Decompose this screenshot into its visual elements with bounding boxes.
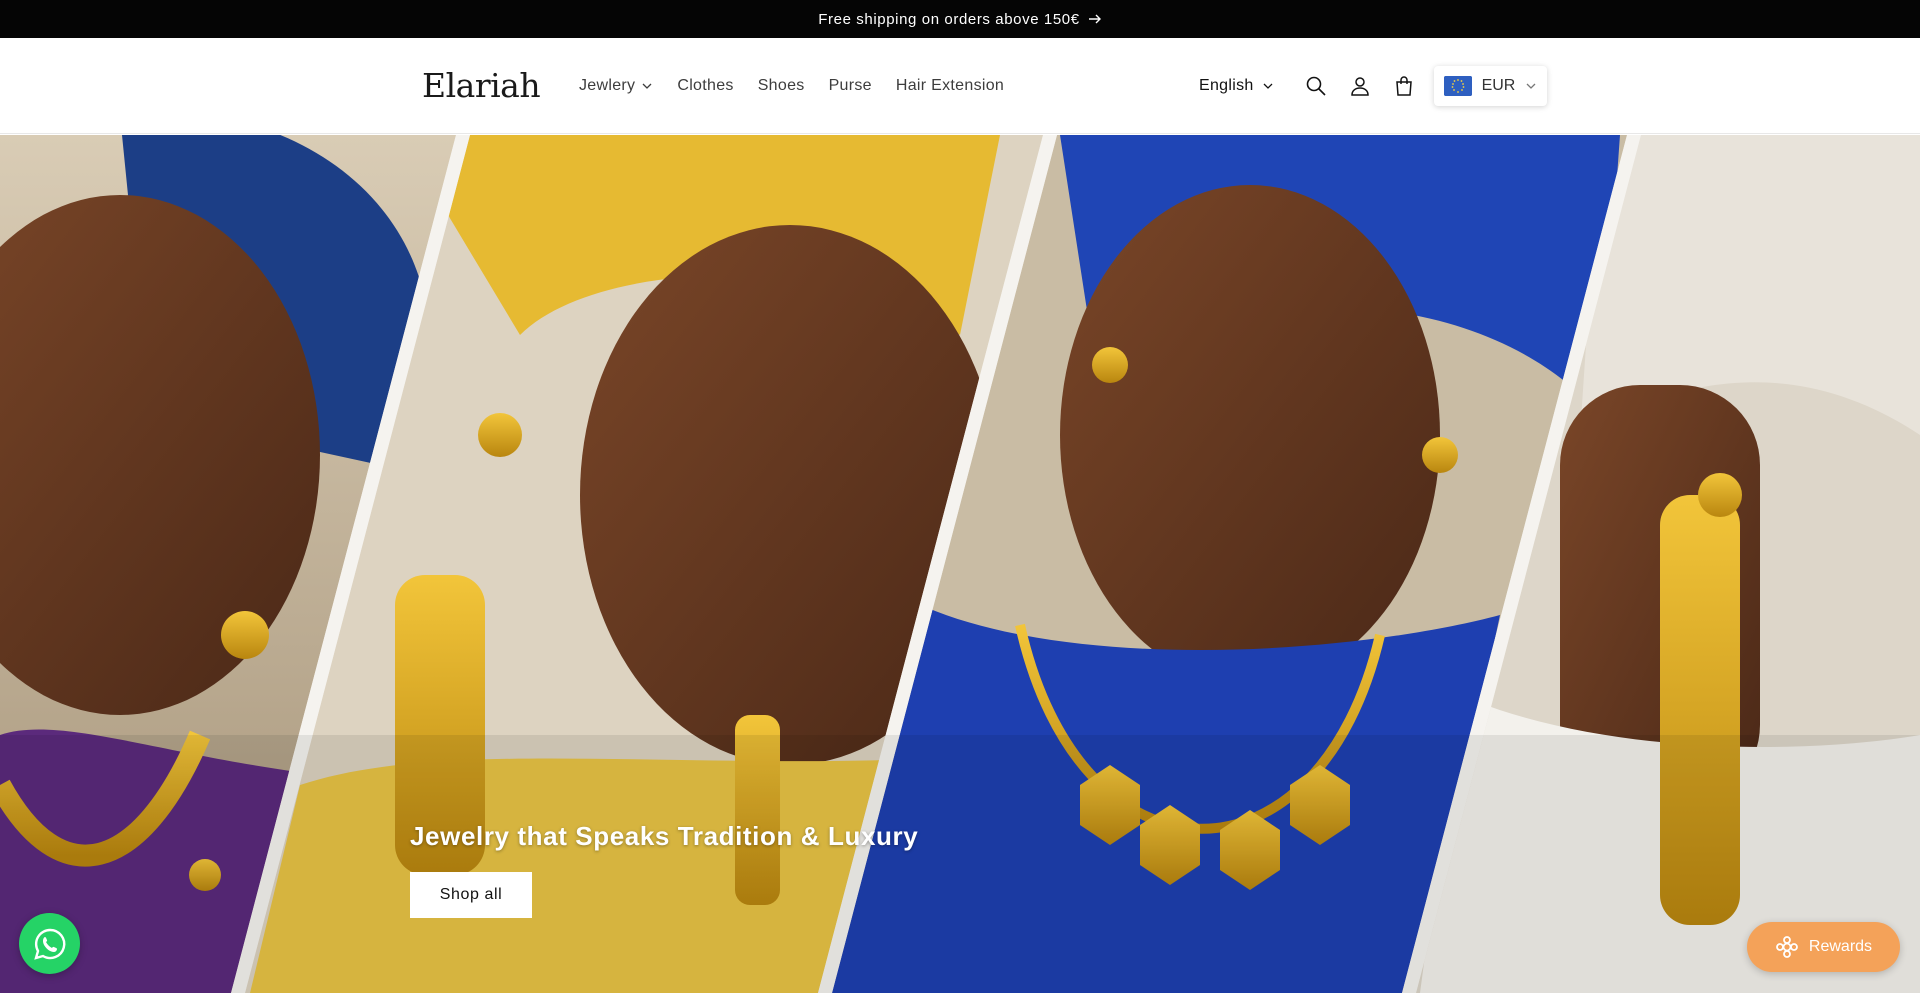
account-button[interactable]	[1338, 64, 1382, 108]
logo[interactable]: Elariah	[422, 66, 541, 105]
whatsapp-icon	[33, 928, 65, 960]
nav-item-label: Purse	[828, 77, 872, 94]
account-icon	[1350, 77, 1369, 96]
nav-item-jewlery[interactable]: Jewlery	[579, 77, 653, 95]
nav-item-label: Shoes	[757, 77, 805, 94]
nav-item-shoes[interactable]: Shoes	[758, 77, 805, 95]
cart-icon	[1395, 76, 1412, 96]
hero-content: Jewelry that Speaks Tradition & Luxury S…	[410, 821, 918, 918]
nav-item-hair-extension[interactable]: Hair Extension	[896, 77, 1004, 95]
search-button[interactable]	[1294, 64, 1338, 108]
rewards-button[interactable]: Rewards	[1747, 922, 1900, 972]
nav-item-label: Jewlery	[579, 77, 636, 94]
nav-item-label: Clothes	[677, 77, 734, 94]
nav-item-label: Hair Extension	[895, 77, 1005, 94]
chevron-down-icon	[642, 83, 652, 89]
announcement-text: Free shipping on orders above 150€	[818, 10, 1080, 28]
shop-all-button[interactable]: Shop all	[410, 872, 532, 918]
cart-button[interactable]	[1382, 64, 1426, 108]
arrow-right-icon	[1088, 14, 1101, 24]
site-header: Elariah Jewlery Clothes Shoes Purse Hair…	[0, 38, 1920, 134]
currency-code: EUR	[1481, 77, 1516, 94]
search-icon	[1306, 76, 1326, 96]
announcement-bar: Free shipping on orders above 150€	[0, 0, 1920, 38]
nav-item-clothes[interactable]: Clothes	[677, 77, 733, 95]
header-tools: English EUR	[1199, 38, 1548, 134]
chevron-down-icon	[1526, 83, 1536, 89]
gift-icon	[1776, 936, 1798, 958]
language-label: English	[1199, 77, 1254, 94]
whatsapp-button[interactable]	[19, 913, 80, 974]
chevron-down-icon	[1263, 83, 1273, 89]
hero-banner: Jewelry that Speaks Tradition & Luxury S…	[0, 135, 1920, 993]
currency-selector[interactable]: EUR	[1433, 66, 1548, 106]
eu-flag-icon	[1443, 76, 1472, 96]
main-nav: Jewlery Clothes Shoes Purse Hair Extensi…	[579, 38, 1028, 134]
language-selector[interactable]: English	[1199, 77, 1274, 95]
hero-image	[0, 135, 1920, 993]
nav-item-purse[interactable]: Purse	[829, 77, 872, 95]
announcement-link[interactable]: Free shipping on orders above 150€	[818, 11, 1101, 28]
hero-title: Jewelry that Speaks Tradition & Luxury	[410, 821, 919, 851]
rewards-label: Rewards	[1808, 938, 1873, 955]
